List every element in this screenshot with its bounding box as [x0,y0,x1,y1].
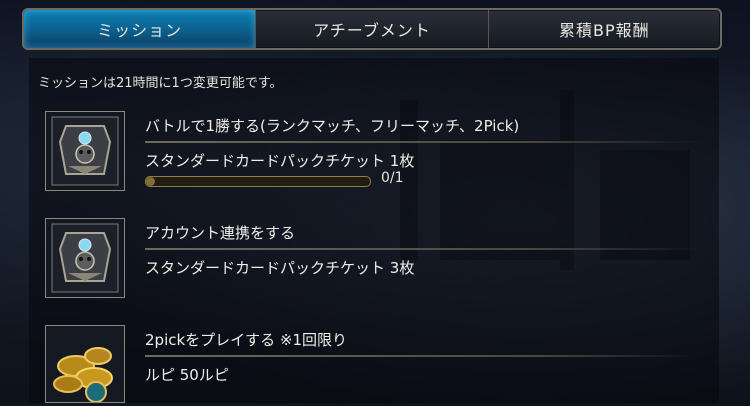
progress-fill [146,177,155,186]
progress-count: 0/1 [381,170,404,186]
card-pack-ticket-icon [45,218,125,298]
tab-bar: ミッション アチーブメント 累積BP報酬 [22,8,722,50]
mission-reward: ルピ 50ルピ [145,366,229,384]
tab-missions[interactable]: ミッション [24,10,257,48]
progress-bar [145,176,371,187]
mission-reward: スタンダードカードパックチケット 3枚 [145,259,415,277]
divider [145,141,700,143]
mission-title: バトルで1勝する(ランクマッチ、フリーマッチ、2Pick) [145,117,520,135]
mission-item[interactable]: 2pickをプレイする ※1回限り ルピ 50ルピ [45,325,700,403]
mission-title: アカウント連携をする [145,224,296,242]
mission-item[interactable]: アカウント連携をする スタンダードカードパックチケット 3枚 [45,218,700,303]
mission-change-notice: ミッションは21時間に1つ変更可能です。 [38,76,283,91]
divider [145,248,700,250]
divider [145,355,700,357]
mission-reward: スタンダードカードパックチケット 1枚 [145,152,415,170]
mission-item[interactable]: バトルで1勝する(ランクマッチ、フリーマッチ、2Pick) スタンダードカードパ… [45,111,700,196]
tab-achievements[interactable]: アチーブメント [256,10,489,48]
rupee-coins-icon [45,325,125,403]
card-pack-ticket-icon [45,111,125,191]
tab-cumulative-bp-rewards[interactable]: 累積BP報酬 [489,10,720,48]
mission-title: 2pickをプレイする ※1回限り [145,331,348,349]
